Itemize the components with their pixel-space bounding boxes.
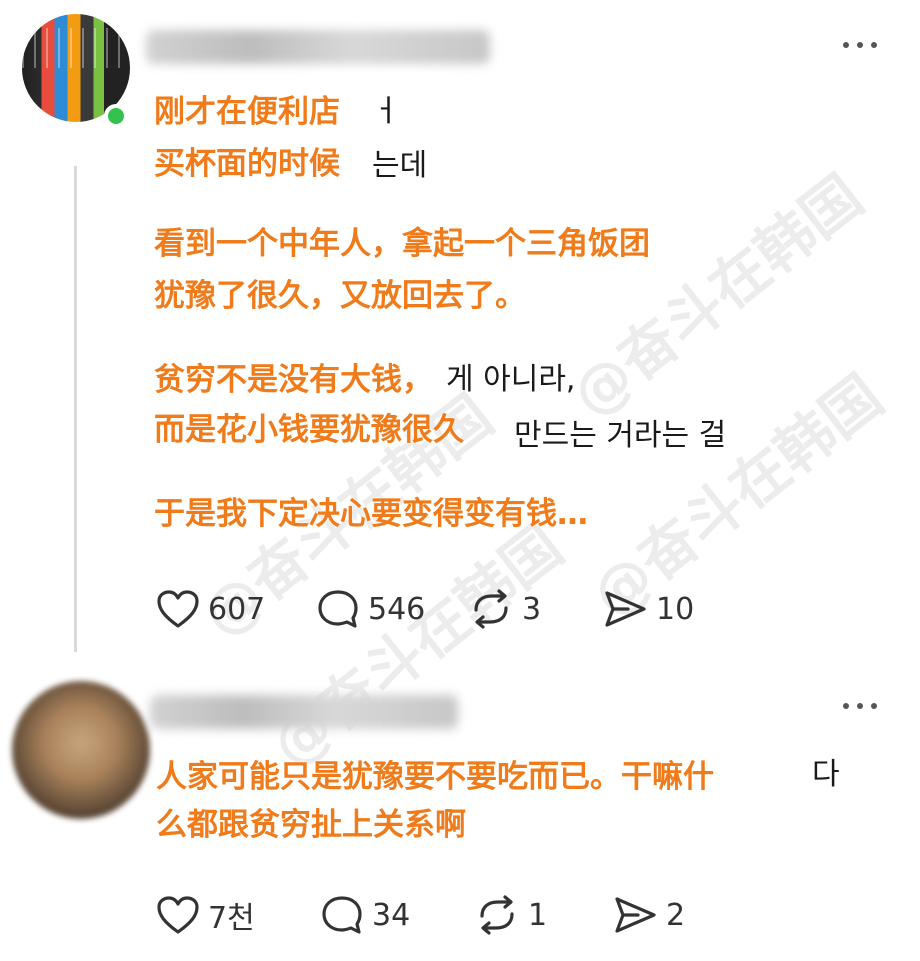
- post-actions: 607 546 3 10: [156, 588, 694, 630]
- comment-button[interactable]: 34: [320, 894, 474, 936]
- repost-button[interactable]: 1: [474, 894, 612, 936]
- repost-button[interactable]: 3: [468, 588, 602, 630]
- post-text-line: 人家可能只是犹豫要不要吃而已。干嘛什: [156, 759, 714, 795]
- original-text-fragment: 다: [812, 757, 840, 792]
- like-button[interactable]: 607: [156, 589, 316, 629]
- username-redacted[interactable]: [146, 30, 490, 64]
- share-button[interactable]: 2: [612, 894, 685, 936]
- heart-icon: [157, 896, 199, 934]
- repost-count: 3: [522, 591, 542, 627]
- original-text-fragment: 는데: [372, 148, 428, 183]
- comment-bubble-icon: [318, 590, 358, 628]
- post-text-line: 于是我下定决心要变得变有钱…: [154, 496, 588, 532]
- post-text-line: 么都跟贫穷扯上关系啊: [156, 807, 466, 843]
- share-button[interactable]: 10: [602, 588, 694, 630]
- post-text-line: 刚才在便利店: [154, 94, 340, 130]
- repost-arrows-icon: [474, 589, 508, 629]
- like-button[interactable]: 7천: [156, 893, 320, 937]
- like-count: 7천: [208, 901, 255, 936]
- avatar-books-pattern: [22, 28, 130, 68]
- original-text-fragment: 게 아니라,: [446, 362, 576, 397]
- comment-button[interactable]: 546: [316, 588, 468, 630]
- share-count: 2: [666, 897, 686, 933]
- like-count: 607: [208, 591, 266, 627]
- repost-count: 1: [528, 897, 548, 933]
- original-text-fragment: 만드는 거라는 걸: [514, 418, 727, 453]
- share-count: 10: [656, 591, 695, 627]
- repost-arrows-icon: [480, 895, 514, 935]
- username-redacted[interactable]: [150, 695, 458, 729]
- post-text-line: 买杯面的时候: [154, 146, 340, 182]
- reply-post: 다 人家可能只是犹豫要不要吃而已。干嘛什 么都跟贫穷扯上关系啊 7천 34 1: [0, 665, 920, 961]
- heart-icon: [157, 590, 199, 628]
- thread-post: ㅓ 는데 게 아니라, 만드는 거라는 걸 刚才在便利店 买杯面的时候 看到一个…: [0, 0, 920, 665]
- more-options-icon[interactable]: [840, 699, 880, 713]
- online-status-indicator: [104, 104, 128, 128]
- post-text-line: 而是花小钱要犹豫很久: [154, 412, 464, 448]
- more-options-icon[interactable]: [840, 38, 880, 52]
- post-text-line: 看到一个中年人，拿起一个三角饭团: [154, 226, 650, 262]
- post-actions: 7천 34 1 2: [156, 893, 685, 937]
- avatar[interactable]: [12, 681, 150, 819]
- post-text-line: 贫穷不是没有大钱，: [154, 362, 433, 398]
- thread-connector-line: [74, 166, 77, 652]
- send-icon: [605, 591, 646, 627]
- send-icon: [615, 897, 656, 933]
- comment-bubble-icon: [322, 896, 362, 934]
- comment-count: 34: [372, 897, 411, 933]
- post-text-line: 犹豫了很久，又放回去了。: [154, 278, 526, 314]
- comment-count: 546: [368, 591, 426, 627]
- original-text-fragment: ㅓ: [372, 94, 400, 129]
